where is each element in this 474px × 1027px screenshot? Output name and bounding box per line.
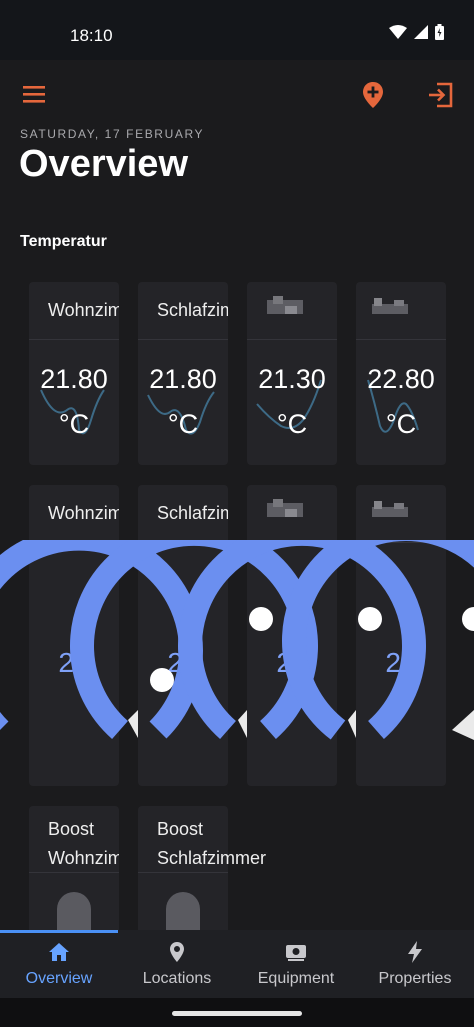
nav-active-indicator [0, 930, 118, 933]
temperature-unit: °C [276, 409, 308, 439]
boost-card[interactable]: Boost Wohnzimmer [29, 806, 119, 946]
temperature-card[interactable]: Schlafzimmer 21.80 °C [138, 282, 228, 465]
page-title: Overview [19, 143, 188, 185]
wifi-icon [389, 25, 407, 39]
card-header: Schlafzimmer [138, 485, 228, 543]
gauge-handle[interactable] [462, 607, 474, 631]
temperature-value: 21.80 [40, 364, 108, 394]
card-title: Schlafzimmer [157, 300, 228, 320]
card-header [247, 282, 337, 340]
sparkline [147, 391, 215, 435]
card-header [356, 282, 446, 340]
gauge-handle[interactable] [358, 607, 382, 631]
redacted-title [372, 501, 408, 517]
nav-properties[interactable]: Properties [356, 930, 474, 998]
nav-label: Locations [142, 970, 212, 987]
temperature-value: 22.80 [367, 364, 435, 394]
temperature-card[interactable]: 21.30 °C [247, 282, 337, 465]
redacted-title [267, 499, 303, 517]
bolt-icon [408, 941, 422, 963]
card-title: Boost Wohnzimmer [48, 819, 119, 868]
status-bar: 18:10 [0, 0, 474, 60]
location-pin-icon [170, 942, 184, 962]
card-header: Wohnzimmer [29, 282, 119, 340]
temperature-unit: °C [385, 409, 417, 439]
nav-label: Equipment [257, 970, 335, 987]
card-title: Schlafzimmer [157, 503, 228, 523]
equipment-icon [286, 945, 306, 961]
bottom-navigation: Overview Locations Equipment Properties [0, 930, 474, 998]
redacted-title [372, 298, 408, 314]
temperature-card[interactable]: Wohnzimmer 21.80 °C [29, 282, 119, 465]
nav-label: Properties [378, 970, 452, 987]
card-title: Wohnzimmer [48, 300, 119, 320]
nav-overview[interactable]: Overview [0, 930, 118, 998]
temperature-value: 21.80 [149, 364, 217, 394]
temperature-card[interactable]: 22.80 °C [356, 282, 446, 465]
temperature-unit: °C [58, 409, 90, 439]
nav-label: Overview [25, 970, 93, 987]
home-icon [49, 943, 69, 961]
status-time: 18:10 [70, 26, 113, 45]
add-location-icon[interactable] [358, 80, 388, 110]
sparkline [40, 389, 105, 435]
sparkline [256, 379, 322, 429]
card-header: Schlafzimmer [138, 282, 228, 340]
card-header: Boost Schlafzimmer [138, 806, 267, 873]
menu-icon[interactable] [20, 80, 50, 110]
status-icons [389, 24, 444, 40]
signal-icon [414, 25, 428, 39]
card-header [247, 485, 337, 543]
toolbar [0, 60, 474, 130]
card-header: Wohnzimmer [29, 485, 119, 543]
card-title: Boost Schlafzimmer [157, 819, 267, 868]
nav-equipment[interactable]: Equipment [237, 930, 355, 998]
card-header [356, 485, 446, 543]
sparkline [367, 379, 419, 433]
setpoint-gauges [0, 540, 474, 740]
gauge-handle[interactable] [249, 607, 273, 631]
gauge-handle[interactable] [150, 668, 174, 692]
boost-card[interactable]: Boost Schlafzimmer [138, 806, 267, 952]
card-header: Boost Wohnzimmer [29, 806, 119, 873]
home-gesture-pill[interactable] [172, 1011, 302, 1016]
battery-icon [435, 24, 444, 40]
date-label: SATURDAY, 17 FEBRUARY [20, 127, 205, 141]
temperature-unit: °C [167, 409, 199, 439]
temperature-value: 21.30 [258, 364, 326, 394]
redacted-title [267, 296, 303, 314]
section-title: Temperatur [20, 233, 107, 250]
card-title: Wohnzimmer [48, 503, 119, 523]
logout-icon[interactable] [426, 80, 456, 110]
nav-locations[interactable]: Locations [118, 930, 236, 998]
